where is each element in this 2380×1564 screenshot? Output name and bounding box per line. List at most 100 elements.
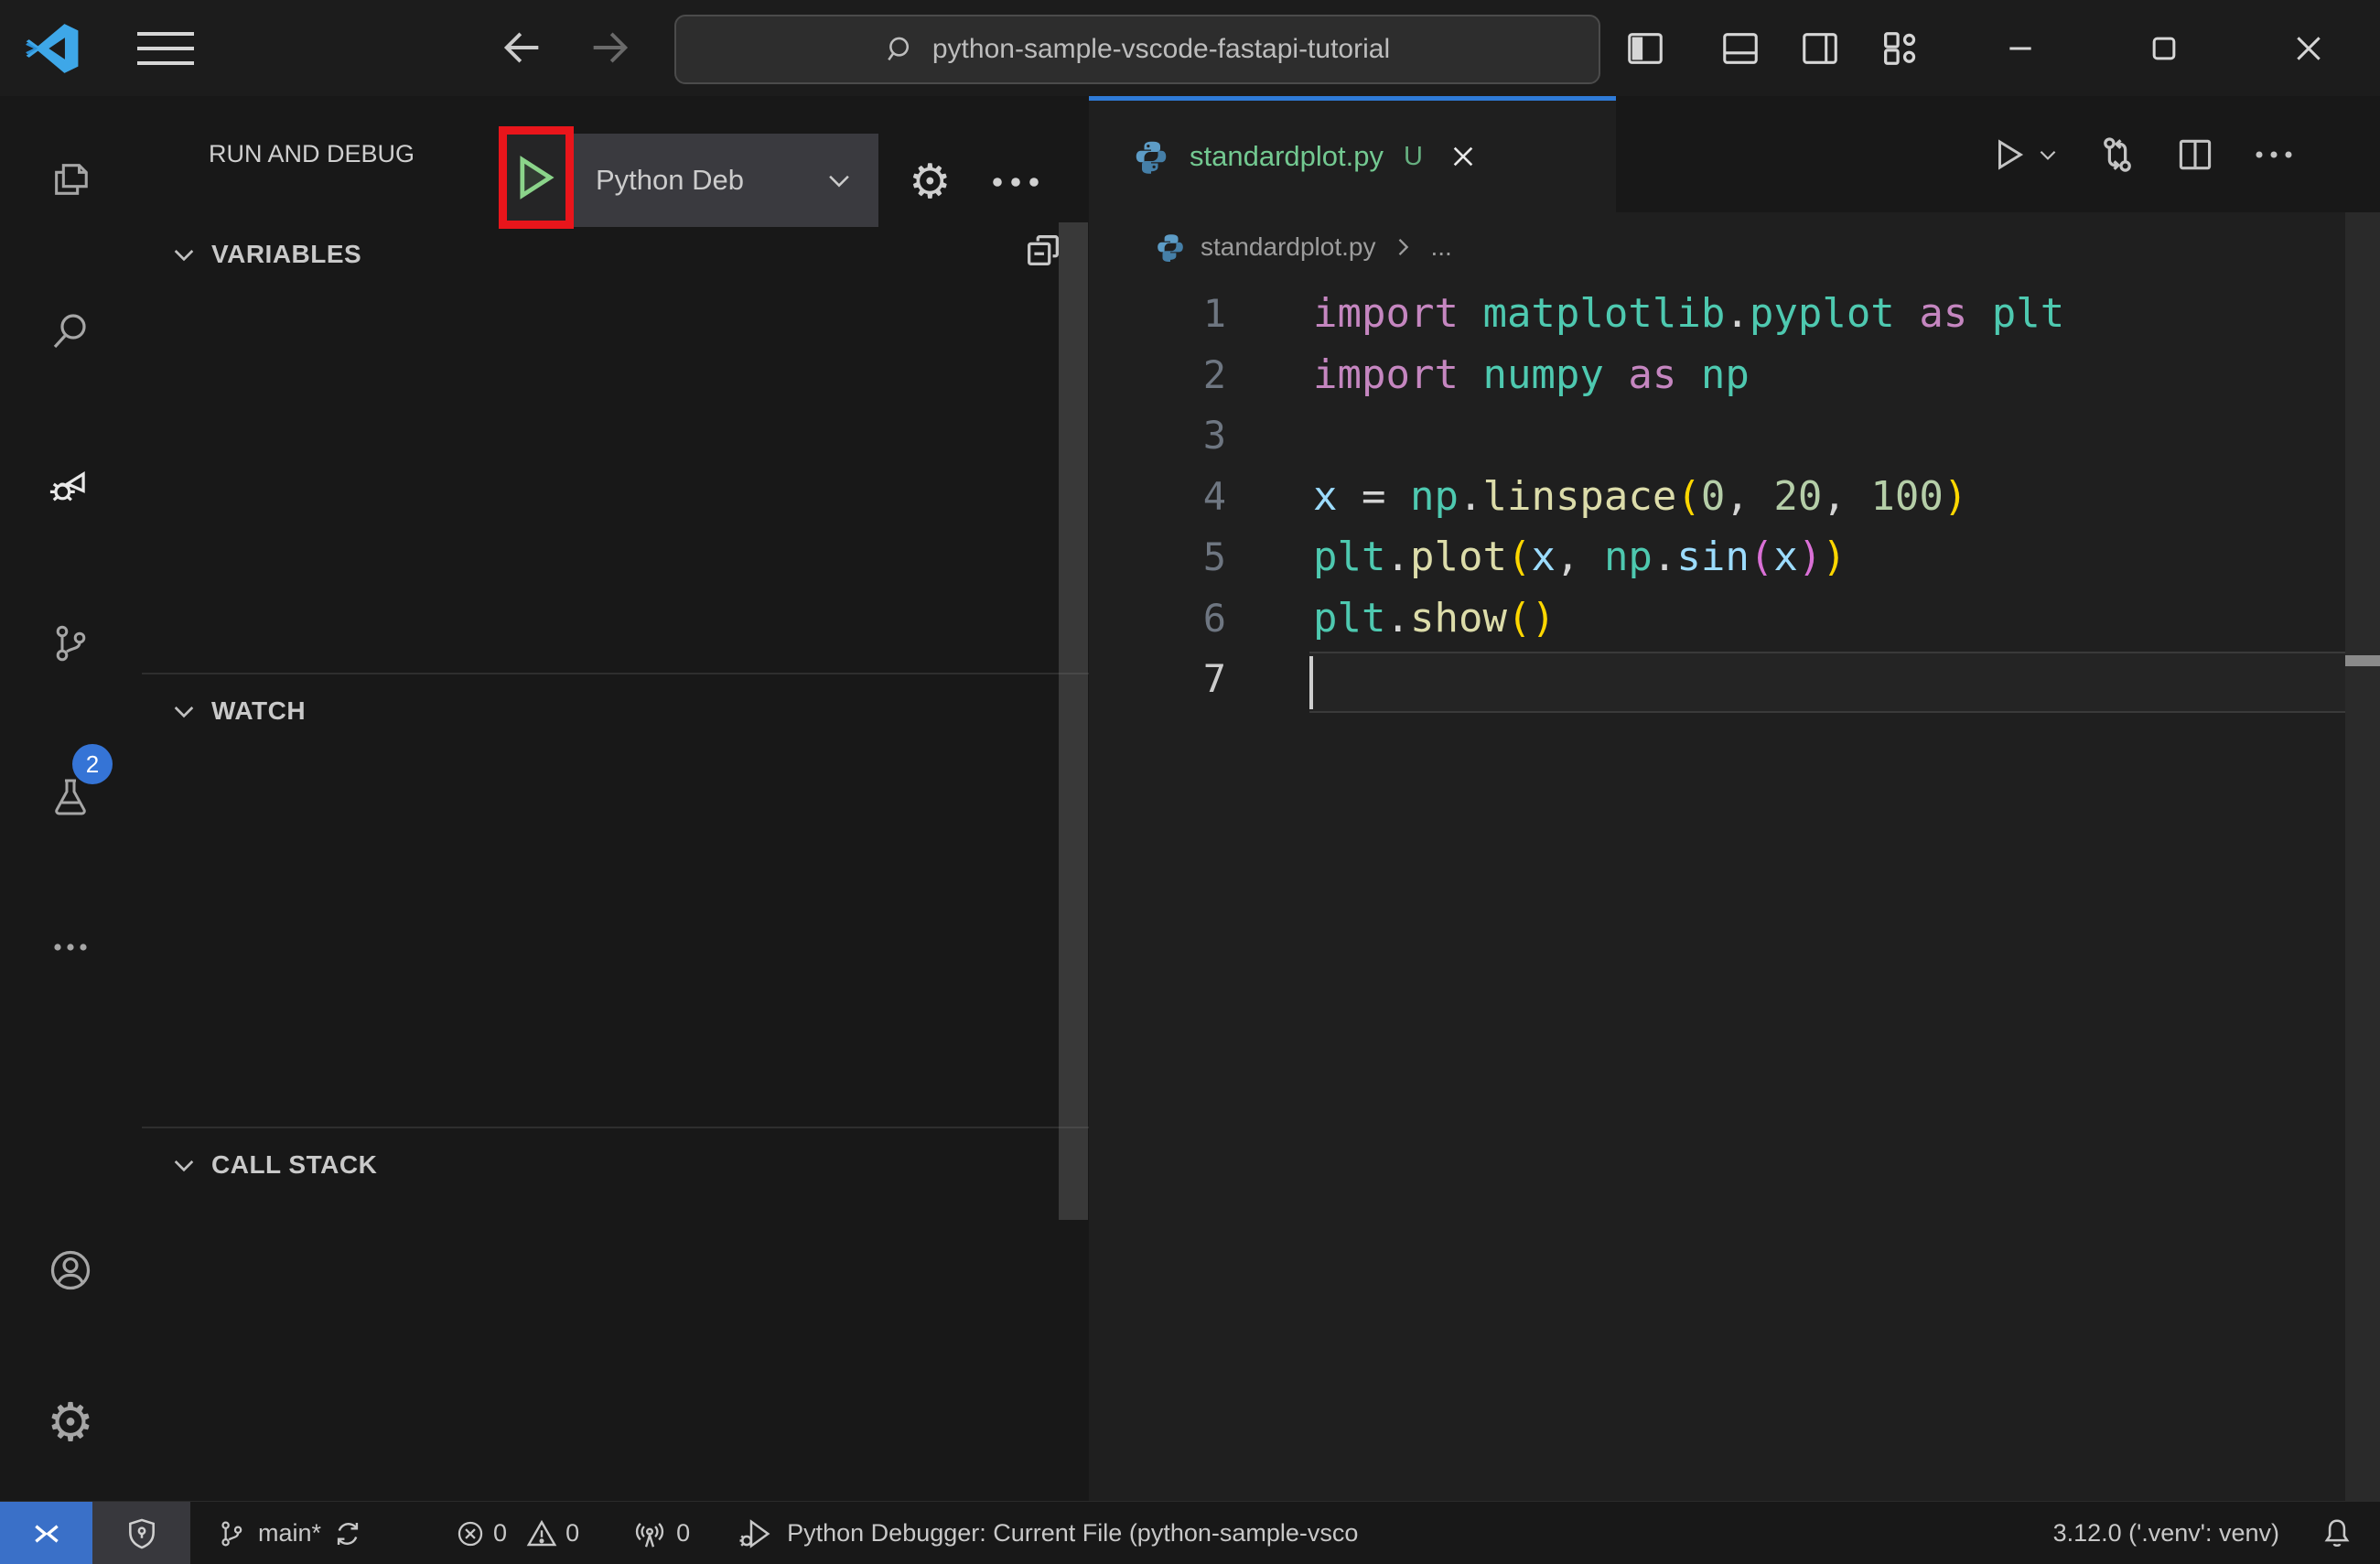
branch-status-item[interactable]: main*: [216, 1502, 363, 1564]
search-icon: [885, 34, 916, 65]
gutter: 1 2 3 4 5 6 7: [1089, 284, 1226, 710]
chevron-down-icon: [169, 696, 199, 726]
section-header-watch[interactable]: WATCH: [169, 684, 306, 739]
tab-standardplot[interactable]: standardplot.py U: [1089, 96, 1616, 212]
text-cursor: [1309, 656, 1313, 709]
python-interpreter-item[interactable]: 3.12.0 ('.venv': venv): [2053, 1502, 2279, 1564]
python-version-text: 3.12.0 ('.venv': venv): [2052, 1519, 2279, 1547]
run-python-file-button[interactable]: [1990, 135, 2060, 174]
code-line[interactable]: [1313, 649, 2064, 710]
notifications-bell-icon[interactable]: [2320, 1502, 2354, 1564]
python-file-icon: [1133, 138, 1169, 175]
editor-more-actions-icon[interactable]: [2252, 135, 2296, 175]
chevron-down-icon: [824, 165, 855, 196]
line-number: 7: [1202, 656, 1226, 701]
settings-gear-icon[interactable]: ⚙: [0, 1372, 141, 1472]
section-label: CALL STACK: [211, 1150, 378, 1179]
tab-bar: standardplot.py U: [1089, 96, 2380, 212]
debug-configuration-label: Python Deb: [596, 164, 744, 196]
python-file-icon: [1155, 232, 1186, 263]
line-number: 6: [1202, 595, 1226, 641]
split-editor-icon[interactable]: [2175, 135, 2215, 175]
explorer-icon[interactable]: [0, 129, 141, 230]
code-editor[interactable]: 1 2 3 4 5 6 7 import matplotlib.pyplot as plt i…: [1089, 284, 2380, 1501]
code-line[interactable]: import matplotlib.pyplot as plt: [1313, 284, 2064, 345]
sidebar-scrollbar[interactable]: [1059, 222, 1088, 1220]
command-center-search[interactable]: python-sample-vscode-fastapi-tutorial: [674, 15, 1600, 84]
activity-bar: 2 ⚙ BR: [0, 96, 143, 1564]
section-divider: [142, 673, 1089, 674]
workspace-trust-button[interactable]: [92, 1502, 190, 1564]
shield-icon: [128, 1518, 155, 1548]
search-sidebar-icon[interactable]: [0, 281, 141, 382]
code-line[interactable]: x = np.linspace(0, 20, 100): [1313, 467, 2064, 528]
window-close-button[interactable]: [2267, 0, 2350, 96]
chevron-down-icon: [169, 240, 199, 269]
nav-back-button[interactable]: [499, 24, 546, 71]
run-and-debug-view-icon[interactable]: [0, 437, 141, 537]
editor-actions: [1990, 96, 2296, 212]
vscode-logo-icon: [24, 20, 81, 77]
editor-group: standardplot.py U standardplot.py ... 1 …: [1089, 96, 2380, 1501]
overview-ruler-marker: [2345, 655, 2380, 666]
testing-icon[interactable]: [0, 747, 141, 847]
breadcrumb-separator-icon: [1390, 234, 1416, 260]
debug-configuration-dropdown[interactable]: Python Deb: [574, 134, 878, 227]
more-views-icon[interactable]: [0, 897, 141, 998]
problems-status-item[interactable]: 0 0: [455, 1502, 579, 1564]
toggle-secondary-sidebar-icon[interactable]: [1799, 27, 1841, 70]
start-debugging-button[interactable]: [516, 154, 556, 201]
radio-tower-icon: [635, 1522, 664, 1548]
section-label: WATCH: [211, 696, 307, 725]
line-number: 1: [1202, 291, 1226, 336]
toggle-panel-icon[interactable]: [1719, 27, 1761, 70]
command-center-text: python-sample-vscode-fastapi-tutorial: [932, 34, 1391, 64]
start-debugging-annotation-box: [499, 126, 574, 229]
customize-layout-icon[interactable]: [1879, 27, 1921, 70]
sync-icon: [337, 1522, 359, 1545]
section-divider: [142, 1127, 1089, 1128]
nav-forward-button[interactable]: [586, 24, 633, 71]
code-line[interactable]: plt.show(): [1313, 588, 2064, 650]
debug-status-item[interactable]: Python Debugger: Current File (python-sa…: [738, 1502, 1358, 1564]
line-number: 3: [1202, 413, 1226, 458]
remote-indicator[interactable]: [0, 1502, 92, 1564]
vscode-window: python-sample-vscode-fastapi-tutorial 2 …: [0, 0, 2380, 1564]
code-line[interactable]: import numpy as np: [1313, 345, 2064, 406]
tab-close-icon[interactable]: [1448, 142, 1478, 171]
account-icon[interactable]: [0, 1220, 141, 1321]
menu-hamburger-button[interactable]: [137, 0, 194, 96]
breadcrumb[interactable]: standardplot.py ...: [1089, 212, 2380, 282]
line-number: 2: [1202, 351, 1226, 397]
section-header-call-stack[interactable]: CALL STACK: [169, 1138, 377, 1192]
run-and-debug-sidebar: RUN AND DEBUG Python Deb ⚙ VARIABLES WAT…: [142, 96, 1089, 1501]
section-header-variables[interactable]: VARIABLES: [169, 227, 361, 282]
git-branch-icon: [221, 1521, 242, 1546]
warnings-icon: [526, 1519, 557, 1546]
ports-count: 0: [676, 1519, 691, 1547]
debug-status-text: Python Debugger: Current File (python-sa…: [787, 1519, 1359, 1547]
ports-status-item[interactable]: 0: [632, 1502, 690, 1564]
source-control-icon[interactable]: [0, 593, 141, 694]
breadcrumb-symbol[interactable]: ...: [1430, 232, 1451, 262]
code-line[interactable]: [1313, 405, 2064, 467]
errors-icon: [458, 1521, 483, 1546]
window-minimize-button[interactable]: [1979, 0, 2062, 96]
error-count: 0: [493, 1519, 508, 1547]
line-number: 4: [1202, 473, 1226, 519]
editor-scrollbar[interactable]: [2345, 212, 2380, 1501]
debug-views-more-icon[interactable]: [988, 162, 1043, 202]
code-lines: import matplotlib.pyplot as plt import nu…: [1313, 284, 2064, 710]
line-number: 5: [1202, 534, 1226, 579]
breadcrumb-file[interactable]: standardplot.py: [1201, 232, 1375, 262]
tab-modified-indicator: U: [1403, 141, 1423, 171]
branch-name: main*: [258, 1519, 322, 1547]
tab-label: standardplot.py: [1190, 140, 1384, 172]
window-maximize-button[interactable]: [2123, 0, 2205, 96]
debug-settings-gear-icon[interactable]: ⚙: [909, 158, 952, 206]
chevron-down-icon: [2040, 150, 2056, 160]
status-bar: main* 0 0 0 Python Debugger: Current Fil…: [0, 1501, 2380, 1564]
toggle-primary-sidebar-icon[interactable]: [1624, 27, 1666, 70]
compare-changes-icon[interactable]: [2096, 134, 2138, 176]
code-line[interactable]: plt.plot(x, np.sin(x)): [1313, 527, 2064, 588]
